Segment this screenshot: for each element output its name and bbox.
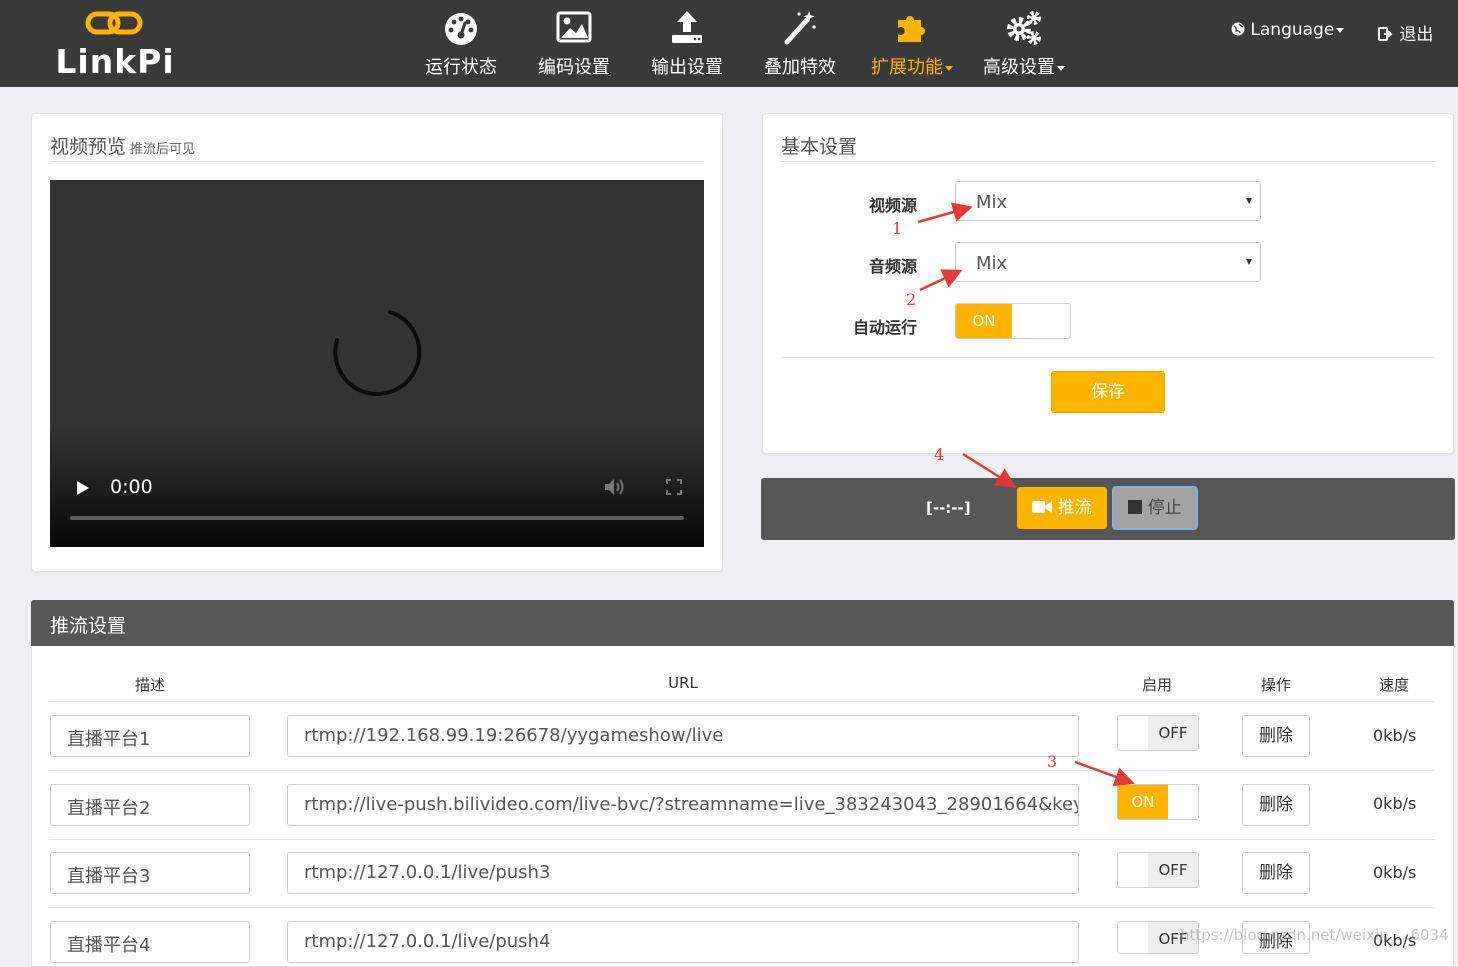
annotation-arrows — [917, 202, 1135, 787]
annotation-label: 2 — [906, 290, 917, 309]
annotation-label: 3 — [1047, 752, 1058, 771]
annotation-label: 4 — [934, 445, 945, 464]
annotation-label: 1 — [892, 219, 903, 238]
annotation-arrow — [962, 452, 1017, 488]
annotation-arrow — [919, 269, 963, 292]
watermark: https://blog.csdn.net/weixin_...6034 — [1180, 926, 1449, 944]
annotation-arrow — [1074, 760, 1135, 787]
annotation-arrow — [917, 202, 973, 224]
